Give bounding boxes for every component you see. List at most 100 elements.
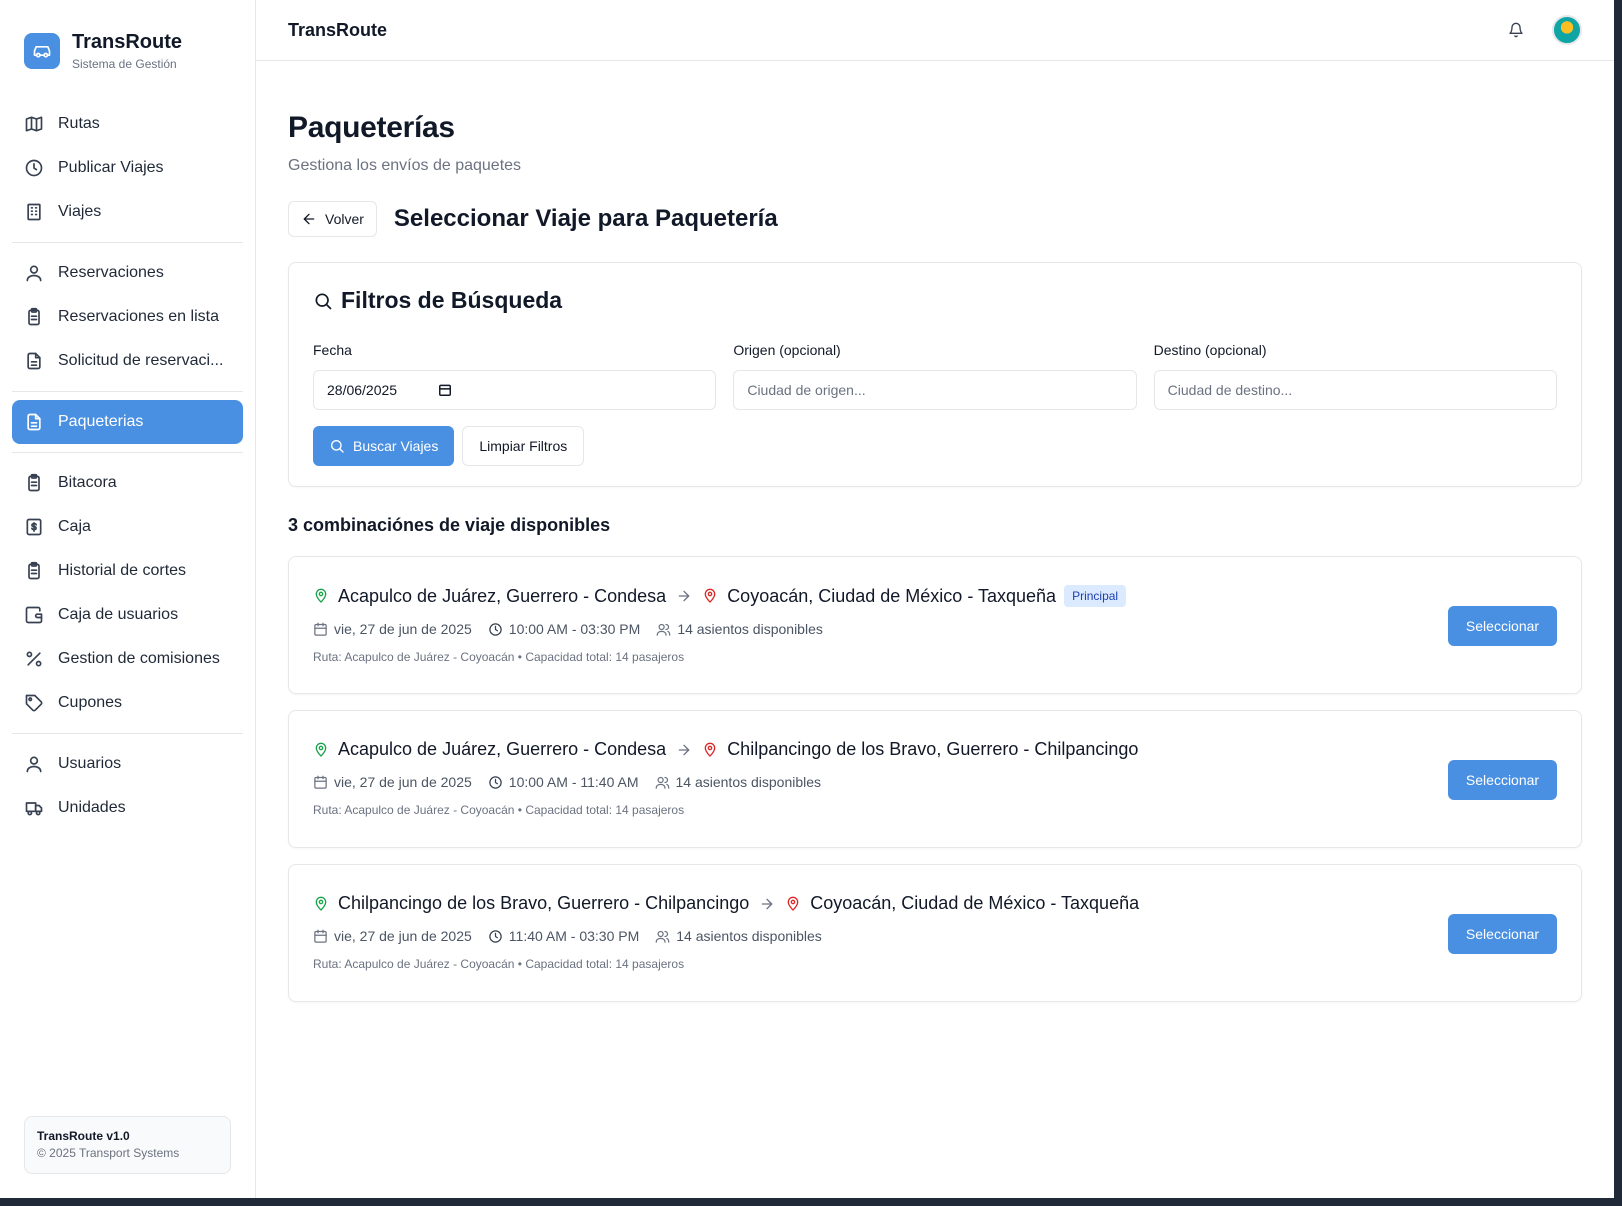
date-field[interactable]: 28/06/2025	[313, 370, 717, 410]
brand-name: TransRoute	[72, 31, 183, 53]
trip-note: Ruta: Acapulco de Juárez - Coyoacán • Ca…	[313, 803, 685, 817]
sidebar-item-cupones[interactable]: Cupones	[12, 681, 243, 725]
sidebar-item-rutas[interactable]: Rutas	[12, 102, 243, 146]
sidebar-item-viajes[interactable]: Viajes	[12, 190, 243, 234]
sidebar-item-historial-de-cortes[interactable]: Historial de cortes	[12, 549, 243, 593]
origin-pin-icon	[313, 742, 329, 758]
trip-note: Ruta: Acapulco de Juárez - Coyoacán • Ca…	[313, 650, 685, 664]
clock-icon	[488, 929, 503, 944]
trip-seats: 14 asientos disponibles	[675, 774, 822, 790]
trip-destination: Coyoacán, Ciudad de México - Taxqueña	[727, 585, 1057, 606]
file-text-icon	[24, 351, 44, 371]
avatar[interactable]	[1552, 15, 1582, 45]
back-button[interactable]: Volver	[288, 201, 377, 237]
status-badge: Principal	[1064, 585, 1127, 607]
trip-note: Ruta: Acapulco de Juárez - Coyoacán • Ca…	[313, 957, 685, 971]
trip-seats: 14 asientos disponibles	[676, 928, 822, 944]
copyright-label: © 2025 Transport Systems	[37, 1146, 180, 1160]
results-count: 3 combinaciónes de viaje disponibles	[288, 515, 611, 535]
percent-icon	[24, 649, 44, 669]
trip-list: Acapulco de Juárez, Guerrero - Condesa Co…	[288, 556, 1582, 1002]
clipboard-icon	[24, 307, 44, 327]
bell-icon[interactable]	[1500, 14, 1532, 46]
origin-input[interactable]: Ciudad de origen...	[733, 370, 1137, 410]
users-icon	[655, 775, 670, 790]
sidebar-item-caja-de-usuarios[interactable]: Caja de usuarios	[12, 593, 243, 637]
brand-subtitle: Sistema de Gestión	[72, 57, 177, 71]
filters-card: Filtros de Búsqueda Fecha 28/06/2025 Ori…	[288, 262, 1582, 487]
version-label: TransRoute v1.0	[37, 1129, 130, 1143]
main-area: TransRoute Paqueterías Gestiona los enví…	[256, 0, 1614, 1198]
sidebar-item-paqueterias[interactable]: Paqueterias	[12, 400, 243, 444]
clock-icon	[488, 622, 503, 637]
sidebar-item-publicar-viajes[interactable]: Publicar Viajes	[12, 146, 243, 190]
select-trip-button[interactable]: Seleccionar	[1448, 606, 1557, 646]
origin-placeholder: Ciudad de origen...	[747, 382, 866, 398]
destination-pin-icon	[785, 896, 801, 912]
wallet-icon	[24, 605, 44, 625]
sidebar-item-label: Cupones	[58, 694, 123, 711]
sidebar-item-bitacora[interactable]: Bitacora	[12, 461, 243, 505]
trip-time: 10:00 AM - 11:40 AM	[508, 774, 639, 790]
clipboard-icon	[24, 473, 44, 493]
destination-pin-icon	[702, 742, 718, 758]
sidebar-item-caja[interactable]: Caja	[12, 505, 243, 549]
destination-placeholder: Ciudad de destino...	[1167, 382, 1293, 398]
sidebar-item-label: Reservaciones	[58, 264, 164, 281]
sidebar-item-label: Usuarios	[58, 755, 122, 772]
page-subtitle: Gestiona los envíos de paquetes	[288, 157, 522, 174]
clear-filters-label: Limpiar Filtros	[479, 438, 568, 454]
sidebar-item-label: Caja	[58, 518, 91, 535]
nav-divider	[12, 452, 243, 453]
section-title: Seleccionar Viaje para Paquetería	[393, 205, 778, 232]
sidebar-item-gestion-de-comisiones[interactable]: Gestion de comisiones	[12, 637, 243, 681]
sidebar-item-label: Caja de usuarios	[58, 606, 179, 623]
origin-pin-icon	[313, 896, 329, 912]
calendar-icon[interactable]	[438, 383, 452, 397]
clear-filters-button[interactable]: Limpiar Filtros	[462, 426, 585, 466]
clock-icon	[488, 775, 503, 790]
trip-route: Acapulco de Juárez, Guerrero - Condesa Ch…	[313, 739, 1557, 760]
truck-icon	[24, 798, 44, 818]
trip-destination: Chilpancingo de los Bravo, Guerrero - Ch…	[727, 739, 1139, 759]
brand[interactable]: TransRoute Sistema de Gestión	[0, 0, 255, 80]
sidebar-item-label: Publicar Viajes	[58, 159, 164, 176]
sidebar: TransRoute Sistema de Gestión Rutas Publi…	[0, 0, 256, 1198]
sidebar-item-label: Gestion de comisiones	[58, 650, 220, 667]
calendar-icon	[313, 775, 328, 790]
tag-icon	[24, 693, 44, 713]
building-icon	[24, 202, 44, 222]
sidebar-item-solicitud-de-reservaci[interactable]: Solicitud de reservaci...	[12, 339, 243, 383]
sidebar-item-label: Solicitud de reservaci...	[58, 352, 224, 369]
select-trip-button[interactable]: Seleccionar	[1448, 760, 1557, 800]
clock-icon	[24, 158, 44, 178]
users-icon	[656, 622, 671, 637]
trip-origin: Acapulco de Juárez, Guerrero - Condesa	[338, 739, 667, 759]
header-title: TransRoute	[288, 19, 388, 40]
sidebar-item-reservaciones[interactable]: Reservaciones	[12, 251, 243, 295]
trip-date: vie, 27 de jun de 2025	[334, 621, 472, 637]
destination-label: Destino (opcional)	[1153, 342, 1267, 358]
trip-date: vie, 27 de jun de 2025	[334, 928, 472, 944]
select-trip-button[interactable]: Seleccionar	[1448, 914, 1557, 954]
sidebar-nav: Rutas Publicar Viajes Viajes Reservaciones R…	[0, 80, 255, 830]
destination-pin-icon	[702, 588, 718, 604]
car-icon	[24, 33, 60, 69]
sidebar-item-reservaciones-en-lista[interactable]: Reservaciones en lista	[12, 295, 243, 339]
sidebar-item-unidades[interactable]: Unidades	[12, 786, 243, 830]
destination-input[interactable]: Ciudad de destino...	[1153, 370, 1557, 410]
arrow-right-icon	[676, 588, 692, 604]
search-trips-button[interactable]: Buscar Viajes	[313, 426, 455, 466]
user-icon	[24, 754, 44, 774]
page-title: Paqueterías	[288, 111, 455, 144]
dollar-icon	[24, 517, 44, 537]
sidebar-item-usuarios[interactable]: Usuarios	[12, 742, 243, 786]
trip-route: Acapulco de Juárez, Guerrero - Condesa Co…	[313, 585, 1557, 607]
version-box: TransRoute v1.0 © 2025 Transport Systems	[24, 1116, 231, 1174]
sidebar-item-label: Historial de cortes	[58, 562, 187, 579]
arrow-left-icon	[301, 211, 317, 227]
trip-route: Chilpancingo de los Bravo, Guerrero - Ch…	[313, 893, 1557, 914]
search-trips-label: Buscar Viajes	[353, 438, 439, 454]
arrow-right-icon	[676, 742, 692, 758]
trip-meta: vie, 27 de jun de 2025 10:00 AM - 11:40 A…	[313, 774, 1557, 790]
